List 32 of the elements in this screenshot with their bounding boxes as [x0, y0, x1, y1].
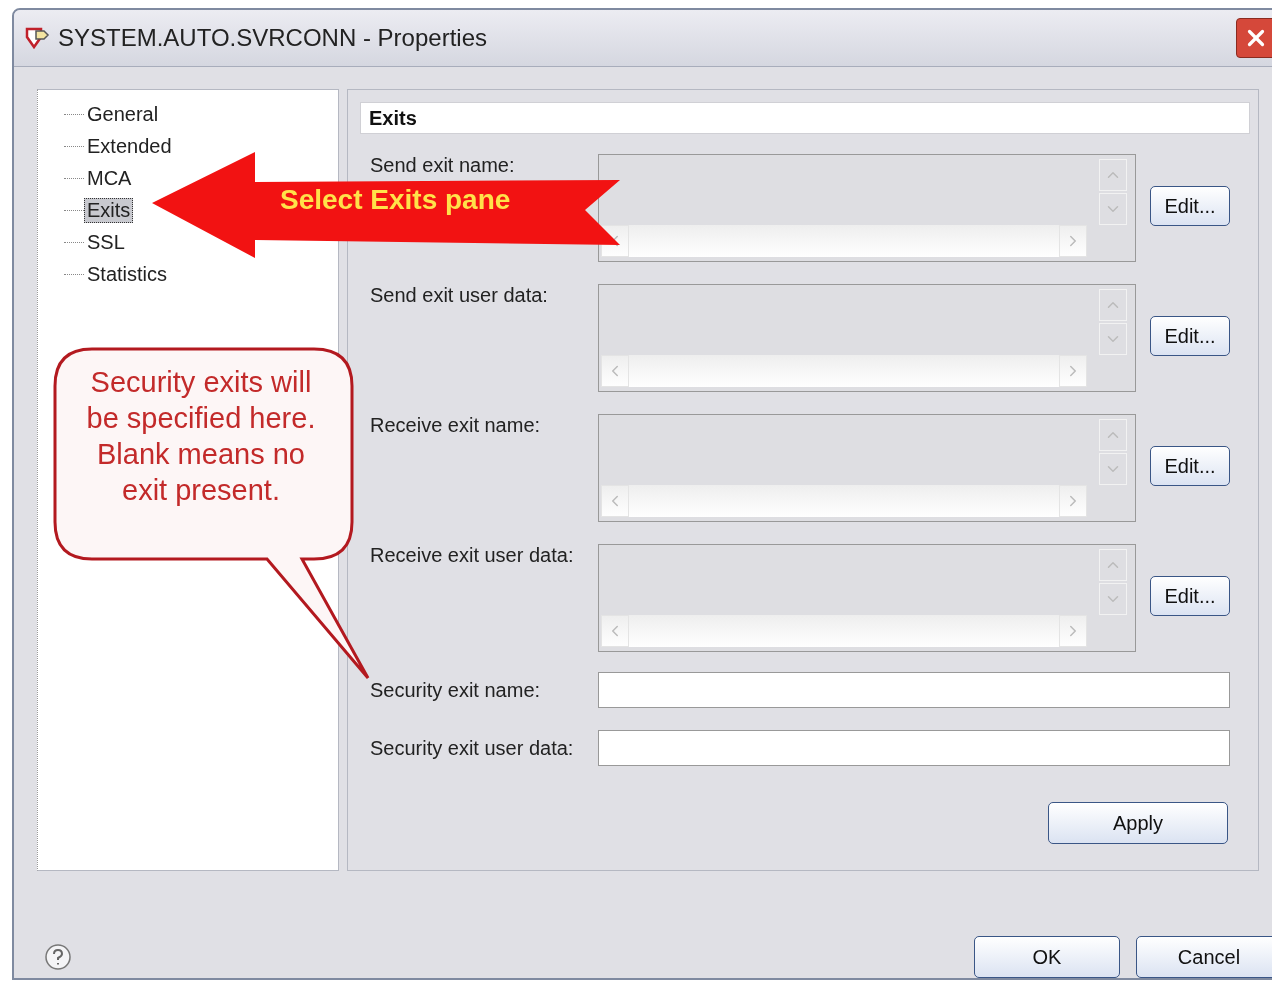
- tree-item[interactable]: Extended: [84, 133, 175, 159]
- dialog-button[interactable]: Cancel: [1136, 936, 1272, 978]
- close-button[interactable]: [1236, 18, 1272, 58]
- pane-heading: Exits: [360, 102, 1250, 134]
- edit-button[interactable]: Edit...: [1150, 446, 1230, 486]
- field-label: Send exit user data:: [370, 284, 548, 306]
- apply-button[interactable]: Apply: [1048, 802, 1228, 844]
- edit-button[interactable]: Edit...: [1150, 186, 1230, 226]
- edit-button[interactable]: Edit...: [1150, 316, 1230, 356]
- list-field[interactable]: [598, 544, 1136, 652]
- tree-item[interactable]: Exits: [84, 197, 134, 223]
- list-field[interactable]: [598, 414, 1136, 522]
- callout-text: Security exits will be specified here. Blank means no exit present.: [85, 365, 317, 508]
- field-label: Security exit user data:: [370, 737, 574, 759]
- field-label: Security exit name:: [370, 679, 541, 701]
- channel-icon: [24, 25, 50, 51]
- field-label: Receive exit name:: [370, 414, 541, 436]
- list-field[interactable]: [598, 284, 1136, 392]
- input-field[interactable]: [598, 730, 1230, 766]
- field-label: Receive exit user data:: [370, 544, 574, 566]
- edit-button[interactable]: Edit...: [1150, 576, 1230, 616]
- arrow-label: Select Exits pane: [280, 184, 511, 216]
- tree-item[interactable]: General: [84, 101, 162, 127]
- help-icon[interactable]: [44, 943, 72, 971]
- window-title: SYSTEM.AUTO.SVRCONN - Properties: [58, 24, 488, 52]
- field-label: Send exit name:: [370, 154, 515, 176]
- tree-item[interactable]: MCA: [84, 165, 135, 191]
- tree-item[interactable]: Statistics: [84, 261, 171, 287]
- tree-item[interactable]: SSL: [84, 229, 128, 255]
- list-field[interactable]: [598, 154, 1136, 262]
- dialog-button[interactable]: OK: [974, 936, 1120, 978]
- input-field[interactable]: [598, 672, 1230, 708]
